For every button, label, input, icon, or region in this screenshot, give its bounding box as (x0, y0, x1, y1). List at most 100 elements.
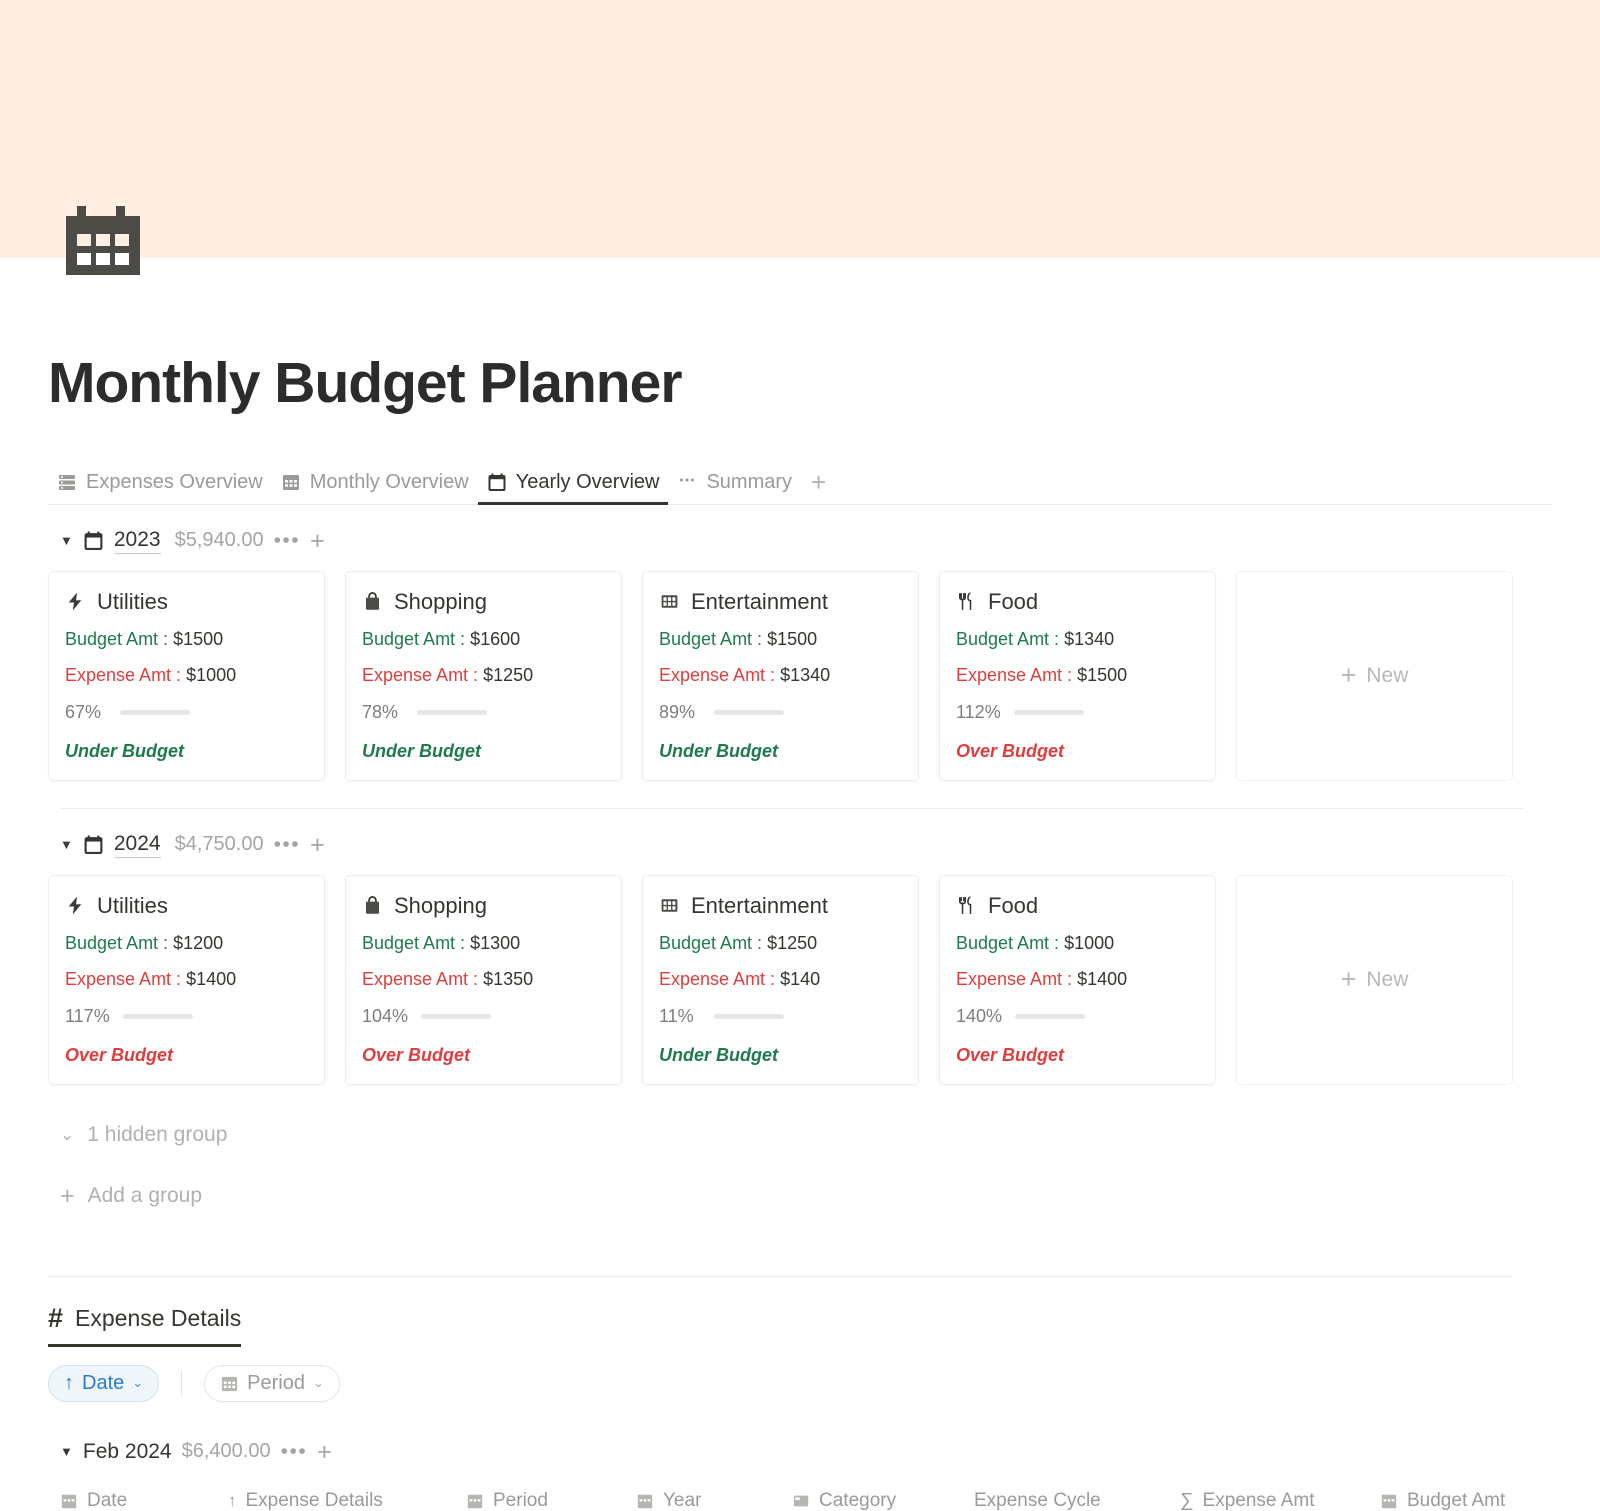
column-header-budget-amt[interactable]: Budget Amt (1380, 1490, 1505, 1511)
expense-value: $1250 (483, 664, 534, 685)
card-title: Utilities (65, 893, 308, 918)
group-add-card-button[interactable]: + (310, 832, 325, 857)
calendar-grid-icon (281, 472, 301, 492)
progress-row: 89% (659, 702, 902, 723)
card-entertainment-2024[interactable]: Entertainment Budget Amt : $1250 Expense… (642, 874, 919, 1085)
table-header-row: Date ↑ Expense Details Period Year Categ… (48, 1486, 1600, 1511)
bolt-icon (65, 895, 86, 916)
column-header-expense-cycle[interactable]: Expense Cycle (974, 1490, 1180, 1511)
budget-value: $1200 (173, 933, 224, 954)
column-label: Period (493, 1489, 548, 1511)
group-collapse-toggle[interactable]: ▼ (60, 838, 73, 851)
period-label: Period (247, 1371, 305, 1394)
budget-label: Budget Amt : (65, 933, 174, 954)
card-shopping-2023[interactable]: Shopping Budget Amt : $1600 Expense Amt … (345, 570, 622, 781)
status-badge: Over Budget (956, 1044, 1065, 1065)
hidden-group-toggle[interactable]: ⌄ 1 hidden group (48, 1123, 1552, 1147)
page-title: Monthly Budget Planner (48, 351, 683, 415)
tab-expenses-overview[interactable]: Expenses Overview (48, 460, 272, 504)
budget-label: Budget Amt : (362, 933, 471, 954)
add-group-button[interactable]: + Add a group (48, 1181, 1552, 1210)
card-title-text: Utilities (97, 588, 168, 614)
new-card-label: New (1366, 967, 1409, 991)
progress-percent-text: 104% (362, 1005, 409, 1026)
budget-label: Budget Amt : (65, 629, 174, 650)
budget-label: Budget Amt : (956, 933, 1065, 954)
ellipsis-icon (677, 472, 697, 492)
progress-percent-text: 112% (956, 701, 1001, 722)
group-header-2024: ▼ 2024 $4,750.00 ••• + (48, 825, 1552, 865)
expense-amount-row: Expense Amt : $1400 (956, 968, 1199, 990)
new-card-button-2024[interactable]: + New (1236, 874, 1513, 1085)
card-utilities-2023[interactable]: Utilities Budget Amt : $1500 Expense Amt… (48, 570, 325, 781)
column-header-date[interactable]: Date (60, 1490, 228, 1511)
bolt-icon (65, 591, 86, 612)
hash-icon: # (48, 1302, 64, 1333)
status-badge: Under Budget (65, 740, 184, 761)
status-badge: Under Budget (659, 1044, 778, 1065)
card-shopping-2024[interactable]: Shopping Budget Amt : $1300 Expense Amt … (345, 874, 622, 1085)
fork-knife-icon (956, 895, 977, 916)
group-name[interactable]: 2023 (113, 527, 161, 555)
column-label: Category (819, 1489, 897, 1511)
month-collapse-toggle[interactable]: ▼ (60, 1444, 73, 1459)
budget-value: $1340 (1064, 629, 1115, 650)
expense-value: $1400 (1077, 968, 1128, 989)
expense-details-tab[interactable]: # Expense Details (48, 1302, 242, 1347)
expense-amount-row: Expense Amt : $1250 (362, 664, 605, 686)
calendar-grid-icon (466, 1492, 484, 1510)
column-header-period[interactable]: Period (466, 1490, 636, 1511)
column-label: Date (87, 1489, 128, 1511)
period-filter-pill[interactable]: Period ⌄ (204, 1364, 340, 1402)
tab-monthly-overview[interactable]: Monthly Overview (272, 460, 478, 504)
month-group-name[interactable]: Feb 2024 (83, 1440, 172, 1464)
card-food-2024[interactable]: Food Budget Amt : $1000 Expense Amt : $1… (939, 874, 1216, 1085)
budget-amount-row: Budget Amt : $1250 (659, 933, 902, 954)
tab-yearly-overview[interactable]: Yearly Overview (477, 460, 669, 506)
expense-amount-row: Expense Amt : $1350 (362, 969, 605, 990)
add-view-button[interactable]: + (801, 469, 836, 495)
new-card-button-2023[interactable]: + New (1236, 570, 1513, 781)
group-name[interactable]: 2024 (113, 831, 161, 859)
plus-icon: + (60, 1181, 75, 1210)
group-menu-button[interactable]: ••• (274, 834, 301, 854)
expense-amount-row: Expense Amt : $140 (659, 969, 902, 990)
group-add-card-button[interactable]: + (310, 528, 325, 553)
filter-separator (181, 1370, 183, 1397)
card-food-2023[interactable]: Food Budget Amt : $1340 Expense Amt : $1… (939, 570, 1216, 781)
tab-label: Monthly Overview (309, 471, 469, 494)
column-header-expense-details[interactable]: ↑ Expense Details (228, 1490, 466, 1511)
progress-bar (417, 709, 487, 715)
sort-date-pill[interactable]: ↑ Date ⌄ (48, 1364, 160, 1402)
card-title-text: Entertainment (691, 892, 828, 918)
card-entertainment-2023[interactable]: Entertainment Budget Amt : $1500 Expense… (642, 570, 919, 781)
card-title: Shopping (362, 589, 605, 614)
group-menu-button[interactable]: ••• (274, 530, 301, 550)
expense-label: Expense Amt : (659, 664, 781, 685)
section-divider (48, 1275, 1512, 1277)
tab-summary[interactable]: Summary (668, 460, 801, 504)
card-title-text: Food (988, 588, 1039, 614)
card-row-2024: Utilities Budget Amt : $1200 Expense Amt… (48, 874, 1552, 1085)
column-header-expense-amt[interactable]: ∑ Expense Amt (1180, 1490, 1380, 1511)
expense-value: $1340 (780, 664, 831, 685)
card-utilities-2024[interactable]: Utilities Budget Amt : $1200 Expense Amt… (48, 874, 325, 1085)
add-group-label: Add a group (87, 1183, 203, 1207)
budget-amount-row: Budget Amt : $1600 (362, 629, 605, 650)
expense-label: Expense Amt : (362, 664, 484, 685)
calendar-icon (83, 834, 104, 855)
budget-label: Budget Amt : (956, 629, 1065, 650)
arrow-up-icon: ↑ (228, 1490, 237, 1510)
budget-label: Budget Amt : (362, 629, 471, 650)
budget-value: $1300 (470, 933, 521, 954)
column-header-year[interactable]: Year (636, 1490, 792, 1511)
plus-icon: + (1340, 964, 1357, 995)
card-title: Entertainment (659, 589, 902, 614)
month-menu-button[interactable]: ••• (281, 1441, 308, 1461)
column-header-category[interactable]: Category (792, 1490, 974, 1511)
month-add-row-button[interactable]: + (317, 1439, 332, 1464)
progress-bar (421, 1013, 492, 1019)
group-collapse-toggle[interactable]: ▼ (60, 534, 73, 547)
expense-amount-row: Expense Amt : $1500 (956, 665, 1199, 686)
progress-row: 140% (956, 1006, 1199, 1027)
